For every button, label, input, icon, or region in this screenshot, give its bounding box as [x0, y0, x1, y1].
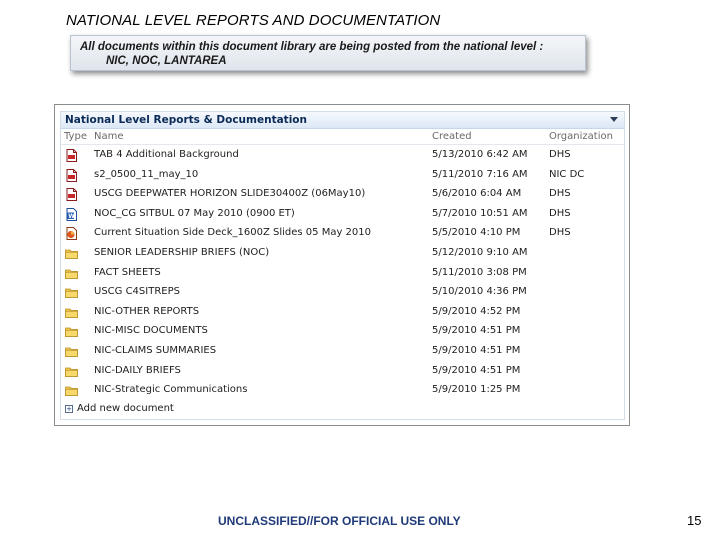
created-date: 5/5/2010 4:10 PM — [432, 227, 521, 239]
add-new-document-label[interactable]: Add new document — [77, 403, 174, 414]
library-title[interactable]: National Level Reports & Documentation — [65, 114, 307, 126]
document-name-link[interactable]: FACT SHEETS — [94, 267, 161, 278]
note-line-2: NIC, NOC, LANTAREA — [106, 55, 227, 67]
folder-icon[interactable] — [65, 267, 78, 280]
document-row[interactable]: Current Situation Side Deck_1600Z Slides… — [61, 223, 624, 243]
document-row[interactable]: NIC-CLAIMS SUMMARIES 5/9/2010 4:51 PM — [61, 341, 624, 361]
document-row[interactable]: NIC-Strategic Communications 5/9/2010 1:2… — [61, 380, 624, 400]
document-name-link[interactable]: USCG C4SITREPS — [94, 286, 180, 297]
note-line-1: All documents within this document libra… — [80, 41, 544, 53]
pdf-icon[interactable] — [65, 168, 78, 182]
document-name-link[interactable]: TAB 4 Additional Background — [94, 149, 239, 160]
add-icon: + — [65, 404, 73, 413]
organization: DHS — [549, 188, 571, 200]
created-date: 5/12/2010 9:10 AM — [432, 246, 528, 258]
created-date: 5/9/2010 1:25 PM — [432, 384, 521, 396]
organization: DHS — [549, 227, 571, 239]
created-date: 5/6/2010 6:04 AM — [432, 188, 522, 200]
document-library: National Level Reports & Documentation T… — [60, 111, 625, 420]
folder-icon[interactable] — [65, 247, 78, 260]
folder-icon[interactable] — [65, 286, 78, 299]
page-number: 15 — [687, 513, 702, 528]
column-type[interactable]: Type — [64, 131, 87, 142]
pdf-icon[interactable] — [65, 188, 78, 202]
column-name[interactable]: Name — [94, 131, 124, 142]
document-row[interactable]: NIC-MISC DOCUMENTS 5/9/2010 4:51 PM — [61, 321, 624, 341]
svg-text:W: W — [68, 213, 75, 220]
document-list: TAB 4 Additional Background 5/13/2010 6:4… — [61, 145, 624, 400]
created-date: 5/11/2010 3:08 PM — [432, 266, 527, 278]
info-note: All documents within this document libra… — [70, 35, 586, 71]
document-name-link[interactable]: NIC-Strategic Communications — [94, 384, 247, 395]
pdf-icon[interactable] — [65, 149, 78, 162]
screenshot-frame: National Level Reports & Documentation T… — [54, 104, 630, 426]
document-row[interactable]: TAB 4 Additional Background 5/13/2010 6:4… — [61, 145, 624, 165]
library-header: National Level Reports & Documentation — [61, 112, 624, 129]
document-name-link[interactable]: NIC-DAILY BRIEFS — [94, 365, 181, 376]
document-row[interactable]: FACT SHEETS 5/11/2010 3:08 PM — [61, 263, 624, 283]
created-date: 5/9/2010 4:51 PM — [432, 325, 521, 337]
add-new-document[interactable]: + Add new document — [61, 400, 624, 419]
document-name-link[interactable]: Current Situation Side Deck_1600Z Slides… — [94, 227, 371, 238]
document-row[interactable]: W NOC_CG SITBUL 07 May 2010 (0900 ET) 5/7/… — [61, 204, 624, 224]
created-date: 5/11/2010 7:16 AM — [432, 168, 528, 180]
document-name-link[interactable]: NOC_CG SITBUL 07 May 2010 (0900 ET) — [94, 208, 295, 219]
folder-icon[interactable] — [65, 384, 78, 397]
document-name-link[interactable]: NIC-MISC DOCUMENTS — [94, 325, 208, 336]
folder-icon[interactable] — [65, 365, 78, 378]
document-name-link[interactable]: USCG DEEPWATER HORIZON SLIDE30400Z (06Ma… — [94, 188, 365, 199]
created-date: 5/13/2010 6:42 AM — [432, 149, 528, 160]
folder-icon[interactable] — [65, 325, 78, 338]
created-date: 5/9/2010 4:51 PM — [432, 364, 521, 376]
ppt-icon[interactable] — [65, 227, 78, 241]
classification-footer: UNCLASSIFIED//FOR OFFICIAL USE ONLY — [218, 514, 461, 528]
document-row[interactable]: NIC-OTHER REPORTS 5/9/2010 4:52 PM — [61, 302, 624, 322]
created-date: 5/7/2010 10:51 AM — [432, 207, 528, 219]
document-row[interactable]: USCG C4SITREPS 5/10/2010 4:36 PM — [61, 282, 624, 302]
column-created[interactable]: Created — [432, 131, 472, 142]
folder-icon[interactable] — [65, 306, 78, 319]
dropdown-arrow-icon[interactable] — [610, 117, 618, 122]
folder-icon[interactable] — [65, 345, 78, 358]
document-name-link[interactable]: NIC-OTHER REPORTS — [94, 306, 199, 317]
column-organization[interactable]: Organization — [549, 131, 613, 142]
document-row[interactable]: SENIOR LEADERSHIP BRIEFS (NOC) 5/12/2010 … — [61, 243, 624, 263]
word-icon[interactable]: W — [65, 207, 78, 221]
slide-title: NATIONAL LEVEL REPORTS AND DOCUMENTATION — [66, 12, 441, 29]
document-row[interactable]: s2_0500_11_may_10 5/11/2010 7:16 AM NIC DC — [61, 165, 624, 185]
created-date: 5/9/2010 4:52 PM — [432, 305, 521, 317]
created-date: 5/10/2010 4:36 PM — [432, 286, 527, 298]
column-headers: Type Name Created Organization — [61, 129, 624, 145]
document-name-link[interactable]: SENIOR LEADERSHIP BRIEFS (NOC) — [94, 247, 269, 258]
document-name-link[interactable]: s2_0500_11_may_10 — [94, 169, 198, 180]
created-date: 5/9/2010 4:51 PM — [432, 344, 521, 356]
organization: DHS — [549, 207, 571, 219]
document-name-link[interactable]: NIC-CLAIMS SUMMARIES — [94, 345, 216, 356]
document-row[interactable]: NIC-DAILY BRIEFS 5/9/2010 4:51 PM — [61, 361, 624, 381]
organization: DHS — [549, 149, 571, 160]
document-row[interactable]: USCG DEEPWATER HORIZON SLIDE30400Z (06Ma… — [61, 184, 624, 204]
organization: NIC DC — [549, 168, 585, 180]
